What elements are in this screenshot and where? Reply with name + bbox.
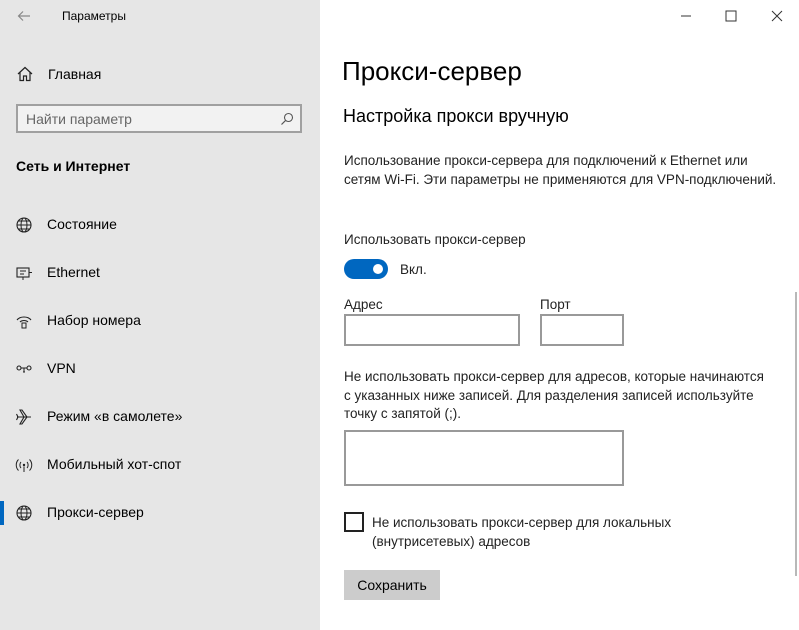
proxy-globe-icon <box>16 505 32 521</box>
scrollbar[interactable] <box>795 292 797 576</box>
address-label: Адрес <box>344 297 383 312</box>
selected-indicator <box>0 501 4 525</box>
address-input[interactable] <box>346 316 518 344</box>
section-title: Сеть и Интернет <box>16 158 131 174</box>
sidebar-item-airplane[interactable]: Режим «в самолете» <box>0 399 320 435</box>
back-arrow-icon[interactable] <box>16 8 32 24</box>
close-icon[interactable] <box>765 6 789 26</box>
app-title: Параметры <box>62 9 126 23</box>
local-bypass-checkbox[interactable] <box>344 512 364 532</box>
page-title: Прокси-сервер <box>342 56 522 86</box>
exceptions-textarea[interactable] <box>346 432 622 484</box>
toggle-state-label: Вкл. <box>400 262 427 277</box>
search-input[interactable] <box>26 106 266 131</box>
save-button[interactable]: Сохранить <box>344 570 440 600</box>
address-field-box[interactable] <box>344 314 520 346</box>
description-text: Использование прокси-сервера для подключ… <box>344 153 777 187</box>
port-field-box[interactable] <box>540 314 624 346</box>
port-input[interactable] <box>542 316 622 344</box>
sidebar-item-label: Мобильный хот-спот <box>47 456 182 472</box>
sidebar-item-proxy[interactable]: Прокси-сервер <box>0 495 320 531</box>
port-label: Порт <box>540 297 571 312</box>
airplane-icon <box>16 409 31 425</box>
hotspot-icon <box>15 459 33 472</box>
sidebar-item-label: Состояние <box>47 216 117 232</box>
sidebar-item-status[interactable]: Состояние <box>0 207 320 243</box>
maximize-icon[interactable] <box>719 6 743 26</box>
use-proxy-label: Использовать прокси-сервер <box>344 232 526 247</box>
exceptions-field-box[interactable] <box>344 430 624 486</box>
vpn-icon <box>16 365 32 373</box>
sidebar-item-label: Набор номера <box>47 312 141 328</box>
sidebar-item-label: VPN <box>47 360 76 376</box>
main-content: Прокси-сервер Настройка прокси вручную И… <box>320 0 799 630</box>
sidebar-item-dialup[interactable]: Набор номера <box>0 303 320 339</box>
sidebar-item-label: Ethernet <box>47 264 100 280</box>
ethernet-icon <box>16 267 32 280</box>
sidebar-item-hotspot[interactable]: Мобильный хот-спот <box>0 447 320 483</box>
search-box[interactable] <box>16 104 302 133</box>
minimize-icon[interactable] <box>674 6 698 26</box>
sidebar-item-vpn[interactable]: VPN <box>0 351 320 387</box>
sidebar-item-ethernet[interactable]: Ethernet <box>0 255 320 291</box>
home-icon <box>17 66 33 82</box>
globe-icon <box>16 217 32 233</box>
sidebar-item-label: Режим «в самолете» <box>47 408 183 424</box>
sidebar-item-label: Прокси-сервер <box>47 504 144 520</box>
dialup-icon <box>16 316 32 329</box>
toggle-knob <box>373 264 383 274</box>
search-icon[interactable] <box>280 112 294 126</box>
home-link[interactable]: Главная <box>16 62 101 86</box>
local-bypass-label: Не использовать прокси-сервер для локаль… <box>372 515 672 549</box>
section-heading: Настройка прокси вручную <box>343 106 569 126</box>
home-label: Главная <box>48 66 102 82</box>
sidebar: Параметры Главная Сеть и Интернет Состоя… <box>0 0 320 630</box>
exceptions-description: Не использовать прокси-сервер для адресо… <box>344 369 764 421</box>
use-proxy-toggle[interactable] <box>344 259 388 279</box>
